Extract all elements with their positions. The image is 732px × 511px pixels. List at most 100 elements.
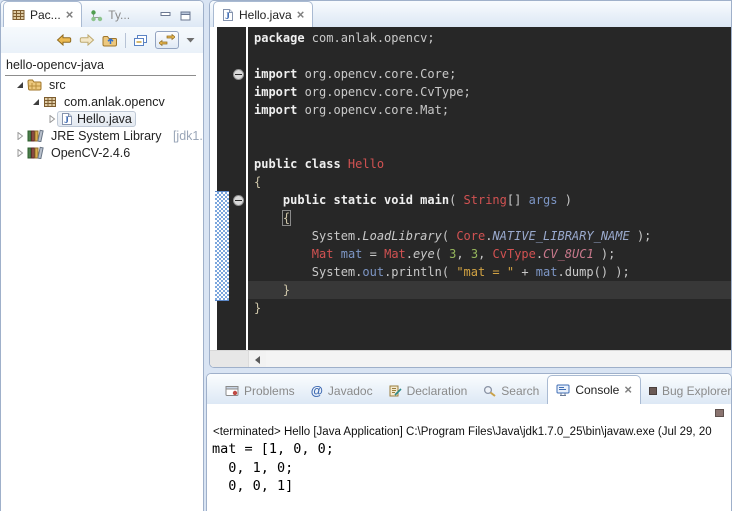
maximize-icon[interactable] (180, 11, 191, 21)
scroll-left-button[interactable] (249, 351, 266, 368)
tree-item-suffix: [jdk1.7.0 (173, 129, 203, 143)
tab-search[interactable]: Search (475, 378, 547, 404)
collapse-all-button[interactable] (133, 34, 148, 47)
tree-item-opencv-library[interactable]: OpenCV-2.4.6 (5, 144, 203, 161)
tree-item-label: JRE System Library (51, 129, 161, 143)
tree-item-hello-java[interactable]: J Hello.java (5, 110, 203, 127)
expanded-arrow-icon[interactable] (16, 81, 24, 89)
link-with-editor-icon (159, 34, 175, 46)
console-toolbar-fragment-icon[interactable] (715, 409, 724, 417)
code-line[interactable]: import org.opencv.core.CvType; (248, 83, 731, 101)
tab-label: Problems (244, 384, 295, 398)
library-icon (27, 146, 44, 159)
tree-item-src[interactable]: src (5, 76, 203, 93)
package-explorer-panel: Pac... × Ty... (0, 0, 204, 511)
bug-square-icon (649, 387, 657, 395)
minimize-icon[interactable] (160, 11, 171, 21)
code-area[interactable]: package com.anlak.opencv; import org.open… (248, 27, 731, 350)
code-line[interactable]: System.out.println( "mat = " + mat.dump(… (248, 263, 731, 281)
tab-type-hierarchy[interactable]: Ty... (82, 3, 138, 27)
collapsed-arrow-icon[interactable] (16, 149, 24, 157)
tree-item-jre-library[interactable]: JRE System Library [jdk1.7.0 (5, 127, 203, 144)
expanded-arrow-icon[interactable] (32, 98, 40, 106)
back-arrow-icon (56, 34, 72, 46)
tree-item-project[interactable]: hello-opencv-java (5, 56, 196, 76)
collapsed-arrow-icon[interactable] (16, 132, 24, 140)
scrollbar-corner (210, 351, 249, 368)
fold-collapse-icon[interactable] (233, 195, 244, 206)
code-line[interactable]: { (248, 173, 731, 191)
tab-bug-explorer[interactable]: Bug Explorer (641, 378, 732, 404)
view-menu-button[interactable] (186, 37, 195, 43)
scrollbar-track[interactable] (266, 351, 731, 368)
editor-left-margin (210, 27, 217, 350)
horizontal-scrollbar[interactable] (210, 350, 731, 368)
code-line[interactable]: import org.opencv.core.Core; (248, 65, 731, 83)
collapsed-arrow-icon[interactable] (48, 115, 56, 123)
tab-label: Pac... (30, 8, 61, 22)
tab-declaration[interactable]: Declaration (381, 378, 476, 404)
java-file-icon: J (222, 8, 234, 22)
project-label: hello-opencv-java (6, 58, 104, 72)
close-icon[interactable]: × (297, 10, 305, 20)
tree-item-label: OpenCV-2.4.6 (51, 146, 130, 160)
range-indicator (215, 191, 229, 301)
problems-icon (225, 385, 239, 397)
package-explorer-tabrow: Pac... × Ty... (1, 1, 203, 27)
tab-console[interactable]: Console × (547, 375, 641, 404)
svg-text:J: J (64, 115, 69, 125)
console-output[interactable]: mat = [1, 0, 0; 0, 1, 0; 0, 0, 1] (207, 440, 731, 496)
fold-collapse-icon[interactable] (233, 69, 244, 80)
code-line[interactable]: package com.anlak.opencv; (248, 29, 731, 47)
tab-javadoc[interactable]: @ Javadoc (303, 378, 381, 404)
tab-hello-java[interactable]: J Hello.java × (213, 1, 313, 27)
tab-label: Hello.java (239, 8, 292, 22)
java-file-icon: J (61, 112, 73, 126)
project-tree: hello-opencv-java src com.anlak.opencv J… (1, 53, 203, 161)
tree-item-package[interactable]: com.anlak.opencv (5, 93, 203, 110)
code-line[interactable] (248, 119, 731, 137)
library-icon (27, 129, 44, 142)
close-icon[interactable]: × (624, 385, 632, 395)
console-output-line: mat = [1, 0, 0; (212, 440, 731, 459)
console-panel: Problems @ Javadoc Declaration Search Co… (206, 373, 732, 511)
package-explorer-icon (12, 9, 25, 21)
toolbar-separator (125, 33, 126, 48)
code-line[interactable]: } (248, 281, 731, 299)
annotation-ruler[interactable] (217, 27, 246, 350)
code-line[interactable]: public class Hello (248, 155, 731, 173)
console-output-line: 0, 1, 0; (212, 459, 731, 478)
console-status-line: <terminated> Hello [Java Application] C:… (207, 425, 731, 440)
code-line[interactable]: Mat mat = Mat.eye( 3, 3, CvType.CV_8UC1 … (248, 245, 731, 263)
eclipse-workbench: Pac... × Ty... (0, 0, 732, 511)
tab-label: Search (501, 384, 539, 398)
tab-label: Javadoc (328, 384, 373, 398)
javadoc-icon: @ (311, 384, 323, 398)
view-window-buttons (160, 11, 203, 27)
link-with-editor-button[interactable] (155, 31, 179, 49)
code-line[interactable]: import org.opencv.core.Mat; (248, 101, 731, 119)
code-line[interactable]: } (248, 299, 731, 317)
svg-text:J: J (225, 11, 230, 21)
tab-label: Declaration (407, 384, 468, 398)
editor-body: package com.anlak.opencv; import org.open… (210, 27, 731, 350)
up-button[interactable] (102, 34, 118, 47)
type-hierarchy-icon (90, 9, 103, 22)
code-line[interactable]: { (248, 209, 731, 227)
editor-panel: J Hello.java × package com.anlak.opencv;… (209, 0, 732, 368)
back-button[interactable] (56, 34, 72, 46)
code-line[interactable]: public static void main( String[] args ) (248, 191, 731, 209)
tab-problems[interactable]: Problems (217, 378, 303, 404)
code-line[interactable] (248, 137, 731, 155)
collapse-all-icon (133, 34, 148, 47)
forward-button[interactable] (79, 34, 95, 46)
console-toolbar (207, 404, 731, 425)
up-folder-icon (102, 34, 118, 47)
console-output-line: 0, 0, 1] (212, 477, 731, 496)
console-tabrow: Problems @ Javadoc Declaration Search Co… (207, 374, 731, 404)
package-explorer-toolbar (1, 27, 203, 53)
close-icon[interactable]: × (66, 10, 74, 20)
tab-package-explorer[interactable]: Pac... × (3, 1, 82, 27)
code-line[interactable]: System.LoadLibrary( Core.NATIVE_LIBRARY_… (248, 227, 731, 245)
code-line[interactable] (248, 47, 731, 65)
